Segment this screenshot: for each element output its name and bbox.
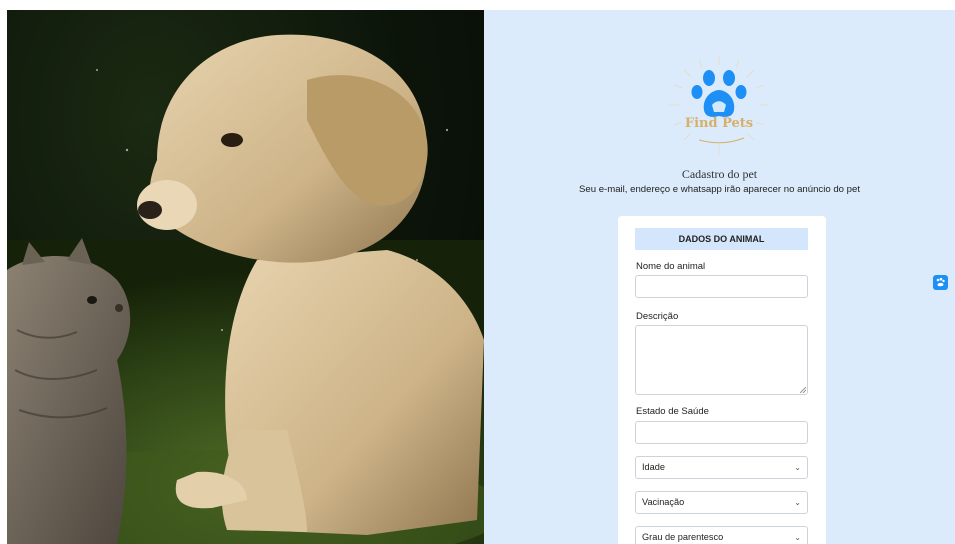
age-select[interactable]: Idade ⌄ — [635, 456, 808, 479]
vaccination-select[interactable]: Vacinação ⌄ — [635, 491, 808, 514]
floating-pet-button[interactable] — [933, 275, 948, 290]
vaccination-select-value: Vacinação — [642, 497, 685, 507]
animal-name-input[interactable] — [635, 275, 808, 298]
page-title: Cadastro do pet — [681, 167, 758, 181]
description-label: Descrição — [636, 311, 679, 322]
kinship-select-value: Grau de parentesco — [642, 532, 724, 542]
kinship-select[interactable]: Grau de parentesco ⌄ — [635, 526, 808, 544]
logo-text: Find Pets — [684, 116, 754, 131]
pet-icon — [936, 277, 945, 287]
health-state-label: Estado de Saúde — [636, 406, 709, 417]
chevron-down-icon: ⌄ — [794, 533, 801, 542]
page-subtitle: Seu e-mail, endereço e whatsapp irão apa… — [578, 184, 861, 195]
section-title: DADOS DO ANIMAL — [635, 228, 808, 250]
find-pets-logo: Find Pets — [664, 50, 774, 160]
form-panel: Find Pets Cadastro do pet Seu e-mail, en… — [484, 10, 955, 544]
description-textarea[interactable] — [635, 325, 808, 395]
animal-name-label: Nome do animal — [636, 261, 706, 272]
chevron-down-icon: ⌄ — [794, 463, 801, 472]
age-select-value: Idade — [642, 462, 665, 472]
animal-form-card: DADOS DO ANIMAL Nome do animal Descrição… — [618, 216, 826, 544]
hero-image — [7, 10, 484, 544]
resize-handle-icon[interactable] — [800, 387, 806, 393]
page: Find Pets Cadastro do pet Seu e-mail, en… — [0, 0, 955, 544]
chevron-down-icon: ⌄ — [794, 498, 801, 507]
health-state-input[interactable] — [635, 421, 808, 444]
paw-icon — [669, 55, 769, 155]
puppy-kitten-illustration — [7, 34, 484, 544]
